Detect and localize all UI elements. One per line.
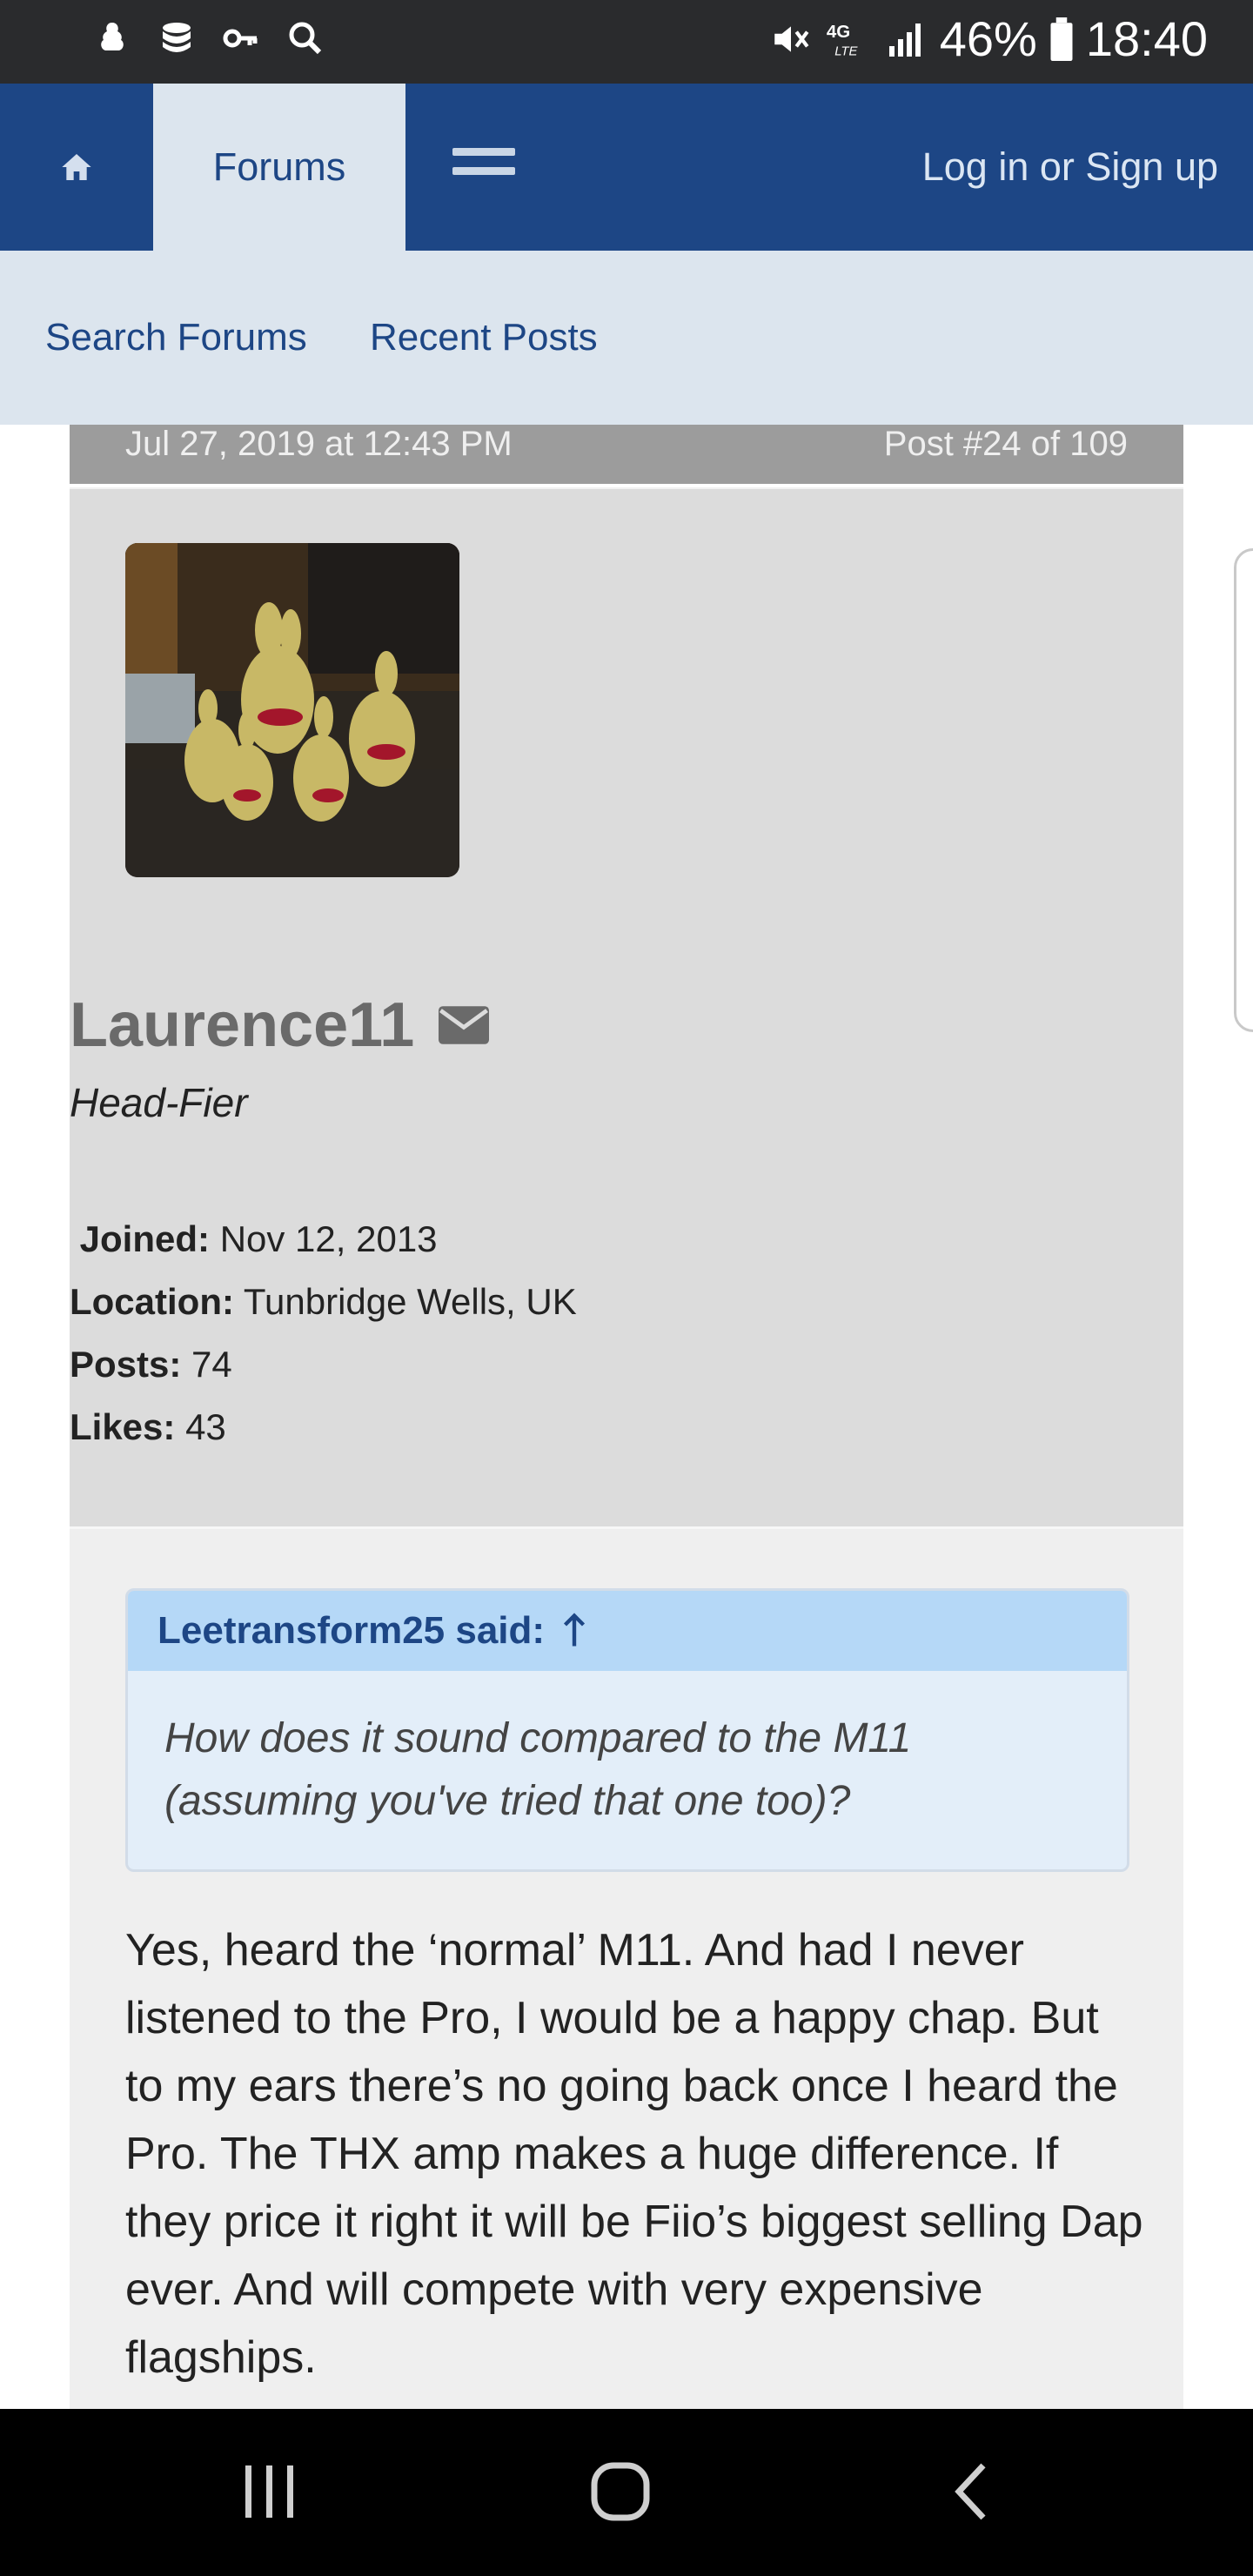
post-content: Leetransform25 said: How does it sound c… [70, 1526, 1183, 2410]
envelope-icon[interactable] [439, 1006, 490, 1044]
quote-block: Leetransform25 said: How does it sound c… [125, 1588, 1129, 1872]
signal-icon [888, 23, 921, 57]
recent-posts-link[interactable]: Recent Posts [370, 316, 598, 359]
arrow-up-icon[interactable] [562, 1612, 586, 1650]
svg-text:4G: 4G [827, 22, 850, 42]
battery-icon [1050, 17, 1073, 61]
side-scroll-handle[interactable] [1234, 548, 1253, 1032]
user-panel: Laurence11 Head-Fier Joined: Nov 12, 201… [70, 487, 1183, 1528]
quote-text: How does it sound compared to the M11 (a… [164, 1715, 912, 1824]
app-notification-icon [101, 23, 124, 50]
quote-author[interactable]: Leetransform25 said: [157, 1609, 545, 1653]
post-number[interactable]: Post #24 of 109 [884, 425, 1128, 464]
storage-icon [163, 23, 191, 52]
hamburger-icon[interactable] [452, 148, 515, 183]
stat-location: Location: Tunbridge Wells, UK [70, 1281, 577, 1322]
tab-forums[interactable]: Forums [153, 84, 405, 251]
system-nav-bar [0, 2409, 1253, 2576]
back-icon[interactable] [950, 2461, 994, 2522]
notification-icons [91, 17, 326, 59]
navbar: Forums Log in or Sign up [0, 84, 1253, 251]
status-right: 4G LTE 46% 18:40 [769, 10, 1208, 67]
user-stats: Joined: Nov 12, 2013 Location: Tunbridge… [70, 1208, 577, 1459]
svg-text:LTE: LTE [834, 44, 858, 58]
post-body: Yes, heard the ‘normal’ M11. And had I n… [125, 1925, 1143, 2383]
key-icon [223, 29, 258, 48]
battery-percent: 46% [939, 11, 1037, 66]
avatar[interactable] [125, 543, 459, 877]
user-title: Head-Fier [70, 1080, 248, 1125]
home-icon [62, 154, 91, 180]
stat-posts: Posts: 74 [70, 1344, 232, 1385]
subnav: Search Forums Recent Posts [0, 251, 1253, 425]
username-row: Laurence11 [70, 989, 490, 1061]
search-forums-link[interactable]: Search Forums [45, 316, 307, 359]
clock: 18:40 [1085, 11, 1208, 66]
home-tab[interactable] [0, 84, 153, 251]
lte-icon: 4G LTE [827, 22, 859, 59]
home-circle-icon[interactable] [590, 2461, 651, 2522]
username[interactable]: Laurence11 [70, 989, 414, 1061]
stat-joined: Joined: Nov 12, 2013 [79, 1218, 438, 1259]
status-bar: 4G LTE 46% 18:40 [0, 0, 1253, 84]
stat-likes: Likes: 43 [70, 1406, 226, 1447]
search-icon [289, 22, 322, 55]
login-signup-link[interactable]: Log in or Sign up [922, 84, 1218, 251]
mute-icon [774, 25, 809, 52]
recent-apps-icon[interactable] [244, 2461, 296, 2522]
avatar-image [125, 543, 459, 877]
post-date[interactable]: Jul 27, 2019 at 12:43 PM [125, 425, 513, 464]
quote-header[interactable]: Leetransform25 said: [128, 1591, 1127, 1671]
post-header: Jul 27, 2019 at 12:43 PM Post #24 of 109 [70, 425, 1183, 484]
